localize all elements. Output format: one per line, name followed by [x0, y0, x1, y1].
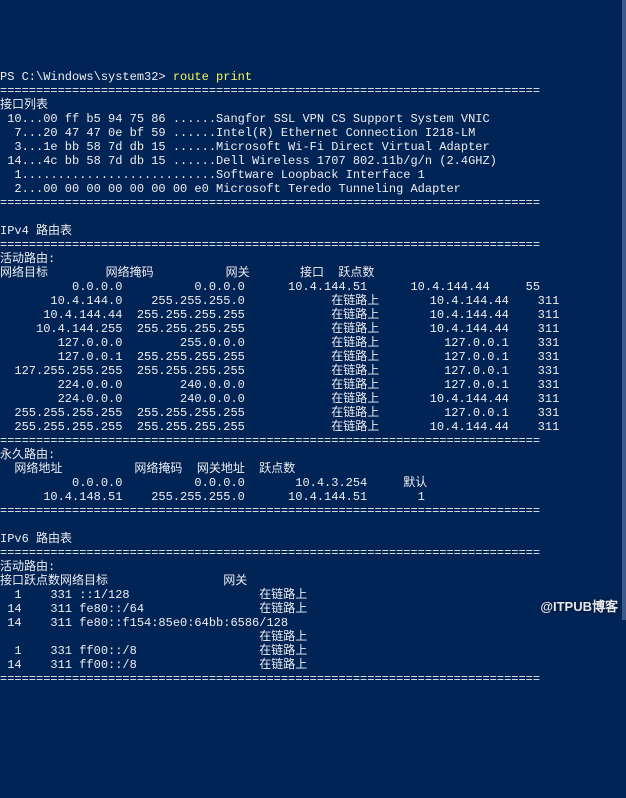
- ipv4-route-row: 127.0.0.1 255.255.255.255 在链路上 127.0.0.1…: [0, 350, 559, 364]
- ipv4-persistent-title: 永久路由:: [0, 448, 55, 462]
- interface-row: 3...1e bb 58 7d db 15 ......Microsoft Wi…: [0, 140, 490, 154]
- ipv4-route-row: 127.255.255.255 255.255.255.255 在链路上 127…: [0, 364, 559, 378]
- ipv4-persistent-row: 0.0.0.0 0.0.0.0 10.4.3.254 默认: [0, 476, 434, 490]
- ipv4-title: IPv4 路由表: [0, 224, 72, 238]
- divider: ========================================…: [0, 238, 540, 252]
- ipv4-route-row: 10.4.144.44 255.255.255.255 在链路上 10.4.14…: [0, 308, 559, 322]
- ipv4-route-row: 255.255.255.255 255.255.255.255 在链路上 10.…: [0, 420, 559, 434]
- ipv6-route-row: 14 311 fe80::f154:85e0:64bb:6586/128: [0, 616, 288, 630]
- ipv6-route-row: 14 311 fe80::/64 在链路上: [0, 602, 307, 616]
- interface-row: 7...20 47 47 0e bf 59 ......Intel(R) Eth…: [0, 126, 475, 140]
- ipv6-route-row: 1 331 ::1/128 在链路上: [0, 588, 307, 602]
- divider: ========================================…: [0, 504, 540, 518]
- interface-row: 10...00 ff b5 94 75 86 ......Sangfor SSL…: [0, 112, 490, 126]
- terminal-output[interactable]: PS C:\Windows\system32> route print ====…: [0, 56, 626, 686]
- divider: ========================================…: [0, 84, 540, 98]
- ipv6-route-row: 14 311 ff00::/8 在链路上: [0, 658, 307, 672]
- interface-list-title: 接口列表: [0, 98, 48, 112]
- ipv4-route-row: 127.0.0.0 255.0.0.0 在链路上 127.0.0.1 331: [0, 336, 559, 350]
- interface-row: 1...........................Software Loo…: [0, 168, 425, 182]
- ps-prompt: PS C:\Windows\system32>: [0, 70, 173, 84]
- ipv6-title: IPv6 路由表: [0, 532, 72, 546]
- ipv4-persistent-headers: 网络地址 网络掩码 网关地址 跃点数: [0, 462, 295, 476]
- watermark-text: @ITPUB博客: [540, 600, 618, 614]
- ipv4-route-row: 10.4.144.255 255.255.255.255 在链路上 10.4.1…: [0, 322, 559, 336]
- ipv6-route-row: 在链路上: [0, 630, 307, 644]
- ipv4-persistent-row: 10.4.148.51 255.255.255.0 10.4.144.51 1: [0, 490, 425, 504]
- ipv4-route-row: 224.0.0.0 240.0.0.0 在链路上 10.4.144.44 311: [0, 392, 559, 406]
- divider: ========================================…: [0, 672, 540, 686]
- interface-row: 14...4c bb 58 7d db 15 ......Dell Wirele…: [0, 154, 497, 168]
- ipv4-route-row: 255.255.255.255 255.255.255.255 在链路上 127…: [0, 406, 559, 420]
- ipv4-headers: 网络目标 网络掩码 网关 接口 跃点数: [0, 266, 374, 280]
- ipv4-route-row: 10.4.144.0 255.255.255.0 在链路上 10.4.144.4…: [0, 294, 559, 308]
- scrollbar[interactable]: [622, 0, 626, 620]
- ipv4-route-row: 0.0.0.0 0.0.0.0 10.4.144.51 10.4.144.44 …: [0, 280, 540, 294]
- divider: ========================================…: [0, 546, 540, 560]
- command-text: route print: [173, 70, 252, 84]
- ipv4-active-title: 活动路由:: [0, 252, 55, 266]
- divider: ========================================…: [0, 196, 540, 210]
- interface-row: 2...00 00 00 00 00 00 00 e0 Microsoft Te…: [0, 182, 461, 196]
- ipv4-route-row: 224.0.0.0 240.0.0.0 在链路上 127.0.0.1 331: [0, 378, 559, 392]
- divider: ========================================…: [0, 434, 540, 448]
- ipv6-headers: 接口跃点数网络目标 网关: [0, 574, 247, 588]
- ipv6-active-title: 活动路由:: [0, 560, 55, 574]
- ipv6-route-row: 1 331 ff00::/8 在链路上: [0, 644, 307, 658]
